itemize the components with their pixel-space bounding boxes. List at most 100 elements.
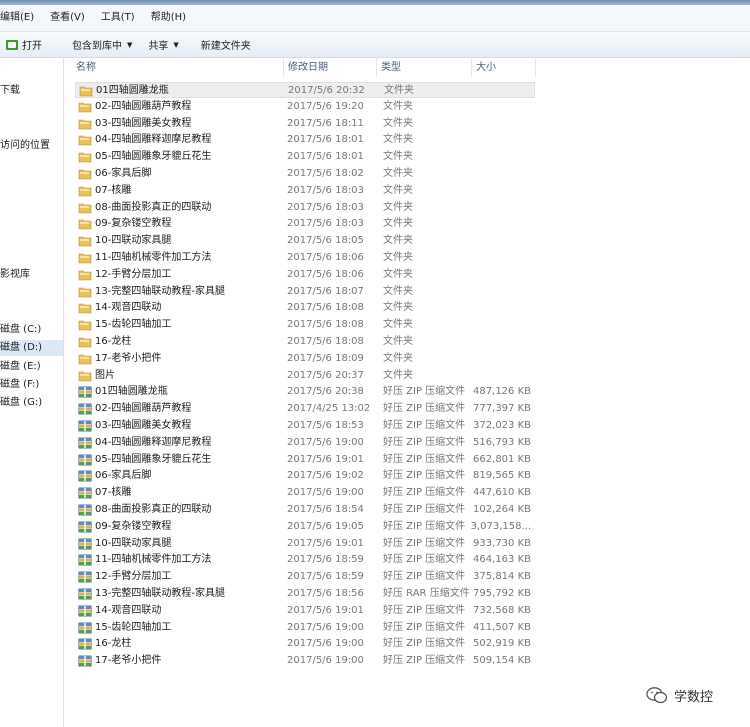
archive-icon xyxy=(78,504,92,516)
file-date: 2017/4/25 13:02 xyxy=(287,403,371,415)
nav-item-recent-places[interactable]: 访问的位置 xyxy=(0,138,63,154)
watermark-text: 学数控 xyxy=(674,689,714,705)
file-size: 447,610 KB xyxy=(473,487,531,499)
share-button[interactable]: 共享 ▼ xyxy=(140,34,186,55)
file-name: 01四轴圆雕龙瓶 xyxy=(95,386,168,398)
folder-icon xyxy=(78,304,92,314)
chevron-down-icon: ▼ xyxy=(173,40,179,49)
folder-row[interactable]: 10-四联动家具腿 2017/5/6 18:05 文件夹 xyxy=(75,233,535,249)
file-date: 2017/5/6 19:00 xyxy=(287,655,364,667)
file-size: 502,919 KB xyxy=(473,638,531,650)
file-row[interactable]: 12-手臂分层加工 2017/5/6 18:59 好压 ZIP 压缩文件 375,81… xyxy=(75,569,535,585)
file-size: 487,126 KB xyxy=(473,386,531,398)
file-date: 2017/5/6 18:06 xyxy=(287,268,364,280)
nav-item-label: 磁盘 (G:) xyxy=(0,397,43,408)
file-row[interactable]: 14-观音四联动 2017/5/6 19:01 好压 ZIP 压缩文件 732,568… xyxy=(75,603,535,619)
file-date: 2017/5/6 19:00 xyxy=(287,436,364,448)
open-icon xyxy=(6,39,18,50)
file-name: 04-四轴圆雕释迦摩尼教程 xyxy=(95,436,212,448)
menu-help[interactable]: 帮助(H) xyxy=(143,7,194,29)
file-type: 好压 ZIP 压缩文件 xyxy=(383,655,466,667)
folder-row[interactable]: 05-四轴圆雕象牙貔丘花生 2017/5/6 18:01 文件夹 xyxy=(75,149,535,165)
new-folder-button[interactable]: 新建文件夹 xyxy=(193,34,259,55)
file-size: 375,814 KB xyxy=(473,571,531,583)
folder-row[interactable]: 14-观音四联动 2017/5/6 18:08 文件夹 xyxy=(75,300,535,316)
nav-item-downloads[interactable]: 下载 xyxy=(0,83,63,99)
archive-icon xyxy=(78,520,92,533)
file-name: 09-复杂镂空教程 xyxy=(95,218,172,230)
folder-row[interactable]: 13-完整四轴联动教程-家具腿 2017/5/6 18:07 文件夹 xyxy=(75,284,535,300)
menu-edit[interactable]: 编辑(E) xyxy=(0,7,42,29)
file-row[interactable]: 05-四轴圆雕象牙貔丘花生 2017/5/6 19:01 好压 ZIP 压缩文件 66… xyxy=(75,452,535,468)
folder-icon xyxy=(78,186,92,197)
file-name: 14-观音四联动 xyxy=(95,604,162,616)
file-date: 2017/5/6 18:05 xyxy=(287,235,364,247)
file-row[interactable]: 09-复杂镂空教程 2017/5/6 19:05 好压 ZIP 压缩文件 3,073,… xyxy=(75,519,535,535)
file-row[interactable]: 01四轴圆雕龙瓶 2017/5/6 20:38 好压 ZIP 压缩文件 487,126… xyxy=(75,384,535,400)
folder-row[interactable]: 01四轴圆雕龙瓶 2017/5/6 20:32 文件夹 xyxy=(75,82,535,98)
folder-row[interactable]: 06-家具后脚 2017/5/6 18:02 文件夹 xyxy=(75,166,535,182)
folder-row[interactable]: 图片 2017/5/6 20:37 文件夹 xyxy=(75,368,535,384)
column-header-date[interactable]: 修改日期 xyxy=(284,58,377,77)
nav-item-label: 访问的位置 xyxy=(0,140,50,151)
file-row[interactable]: 16-龙柱 2017/5/6 19:00 好压 ZIP 压缩文件 502,919 KB xyxy=(75,636,535,652)
file-row[interactable]: 04-四轴圆雕释迦摩尼教程 2017/5/6 19:00 好压 ZIP 压缩文件 51… xyxy=(75,435,535,451)
file-row[interactable]: 11-四轴机械零件加工方法 2017/5/6 18:59 好压 ZIP 压缩文件 46… xyxy=(75,552,535,568)
nav-item-video-library[interactable]: 影视库 xyxy=(0,267,63,283)
file-name: 06-家具后脚 xyxy=(95,470,152,482)
nav-item-disk-e[interactable]: 磁盘 (E:) xyxy=(0,359,63,375)
file-name: 02-四轴圆雕葫芦教程 xyxy=(95,403,192,415)
wechat-icon xyxy=(646,686,668,703)
folder-row[interactable]: 02-四轴圆雕葫芦教程 2017/5/6 19:20 文件夹 xyxy=(75,99,535,115)
file-name: 07-核雕 xyxy=(95,184,132,196)
column-header-type[interactable]: 类型 xyxy=(377,58,472,77)
column-header-size[interactable]: 大小 xyxy=(472,58,536,77)
file-type: 文件夹 xyxy=(383,218,413,230)
nav-item-disk-f[interactable]: 磁盘 (F:) xyxy=(0,377,63,393)
archive-icon xyxy=(78,386,92,399)
open-button[interactable]: 打开 xyxy=(0,34,50,55)
folder-row[interactable]: 11-四轴机械零件加工方法 2017/5/6 18:06 文件夹 xyxy=(75,250,535,266)
nav-item-label: 磁盘 (D:) xyxy=(0,342,43,353)
folder-row[interactable]: 17-老爷小把件 2017/5/6 18:09 文件夹 xyxy=(75,351,535,367)
folder-row[interactable]: 08-曲面投影真正的四联动 2017/5/6 18:03 文件夹 xyxy=(75,200,535,216)
menu-tools[interactable]: 工具(T) xyxy=(93,7,143,29)
nav-item-disk-d[interactable]: 磁盘 (D:) xyxy=(0,340,63,356)
folder-row[interactable]: 12-手臂分层加工 2017/5/6 18:06 文件夹 xyxy=(75,267,535,283)
file-name: 01四轴圆雕龙瓶 xyxy=(96,85,169,96)
folder-icon xyxy=(78,119,92,129)
file-type: 好压 ZIP 压缩文件 xyxy=(383,470,466,482)
file-size: 777,397 KB xyxy=(473,403,531,415)
file-row[interactable]: 08-曲面投影真正的四联动 2017/5/6 18:54 好压 ZIP 压缩文件 10… xyxy=(75,502,535,518)
file-date: 2017/5/6 18:11 xyxy=(287,117,364,129)
folder-icon xyxy=(78,236,92,247)
folder-row[interactable]: 04-四轴圆雕释迦摩尼教程 2017/5/6 18:01 文件夹 xyxy=(75,132,535,148)
file-row[interactable]: 02-四轴圆雕葫芦教程 2017/4/25 13:02 好压 ZIP 压缩文件 777… xyxy=(75,401,535,417)
include-in-library-button[interactable]: 包含到库中 ▼ xyxy=(64,34,140,55)
folder-row[interactable]: 03-四轴圆雕美女教程 2017/5/6 18:11 文件夹 xyxy=(75,116,535,132)
file-row[interactable]: 03-四轴圆雕美女教程 2017/5/6 18:53 好压 ZIP 压缩文件 372,… xyxy=(75,418,535,434)
file-name: 02-四轴圆雕葫芦教程 xyxy=(95,100,192,112)
folder-icon xyxy=(78,169,92,180)
archive-icon xyxy=(78,470,92,483)
folder-icon xyxy=(78,102,92,113)
column-header-name[interactable]: 名称 xyxy=(72,58,284,77)
file-type: 文件夹 xyxy=(383,252,413,263)
folder-row[interactable]: 07-核雕 2017/5/6 18:03 文件夹 xyxy=(75,183,535,199)
file-row[interactable]: 13-完整四轴联动教程-家具腿 2017/5/6 18:56 好压 RAR 压缩文件… xyxy=(75,586,535,602)
file-row[interactable]: 10-四联动家具腿 2017/5/6 19:01 好压 ZIP 压缩文件 933,73… xyxy=(75,536,535,552)
open-label: 打开 xyxy=(22,41,42,52)
nav-item-disk-g[interactable]: 磁盘 (G:) xyxy=(0,395,63,411)
file-row[interactable]: 17-老爷小把件 2017/5/6 19:00 好压 ZIP 压缩文件 509,154… xyxy=(75,653,535,669)
file-name: 12-手臂分层加工 xyxy=(95,268,172,280)
folder-row[interactable]: 09-复杂镂空教程 2017/5/6 18:03 文件夹 xyxy=(75,216,535,232)
file-row[interactable]: 15-齿轮四轴加工 2017/5/6 19:00 好压 ZIP 压缩文件 411,50… xyxy=(75,620,535,636)
file-row[interactable]: 06-家具后脚 2017/5/6 19:02 好压 ZIP 压缩文件 819,565 … xyxy=(75,468,535,484)
menu-view[interactable]: 查看(V) xyxy=(42,7,93,29)
file-type: 文件夹 xyxy=(383,319,413,331)
folder-row[interactable]: 15-齿轮四轴加工 2017/5/6 18:08 文件夹 xyxy=(75,317,535,333)
file-row[interactable]: 07-核雕 2017/5/6 19:00 好压 ZIP 压缩文件 447,610 KB xyxy=(75,485,535,501)
file-type: 好压 ZIP 压缩文件 xyxy=(383,571,466,583)
folder-row[interactable]: 16-龙柱 2017/5/6 18:08 文件夹 xyxy=(75,334,535,350)
nav-item-disk-c[interactable]: 磁盘 (C:) xyxy=(0,322,63,338)
